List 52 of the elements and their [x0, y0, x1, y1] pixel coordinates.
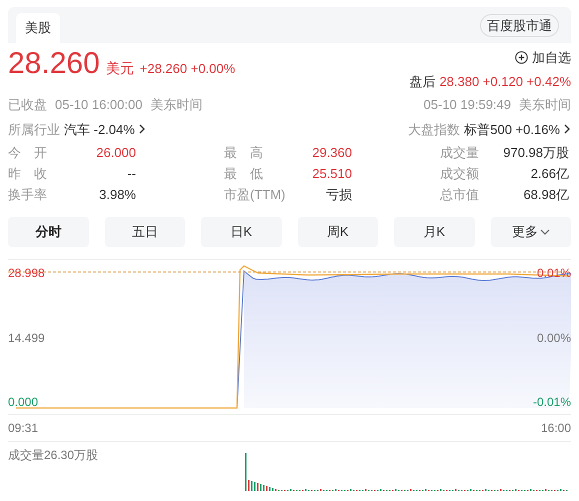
- chart-tab[interactable]: 分时: [8, 217, 88, 247]
- chevron-right-icon: [138, 124, 146, 134]
- stat-label: 总市值: [440, 187, 479, 203]
- y-axis-label: 0.000: [8, 394, 40, 411]
- stat-value: 25.510: [312, 166, 352, 182]
- stat-label: 成交额: [440, 166, 479, 182]
- stat-value: 2.66亿: [530, 166, 569, 182]
- x-axis-label: 16:00: [540, 420, 571, 437]
- market-status: 已收盘: [8, 96, 47, 114]
- stat-value: 68.98亿: [523, 187, 569, 203]
- industry-label: 所属行业: [8, 120, 60, 138]
- chart-tab[interactable]: 周K: [298, 217, 378, 247]
- stat-value: --: [127, 166, 136, 182]
- y-axis-label: -0.01%: [532, 394, 571, 411]
- price: 28.260: [8, 48, 100, 80]
- add-watchlist-button[interactable]: 加自选: [515, 48, 571, 68]
- stat-value: 3.98%: [99, 187, 136, 203]
- market-tab[interactable]: 美股: [16, 13, 60, 43]
- after-hours-quote: 28.380 +0.120 +0.42%: [439, 72, 571, 90]
- stat-label: 今 开: [8, 145, 47, 161]
- industry-link[interactable]: 汽车 -2.04%: [64, 120, 146, 139]
- stat-label: 市盈(TTM): [224, 187, 286, 203]
- chevron-down-icon: [540, 229, 550, 235]
- close-time: 05-10 16:00:00: [55, 96, 142, 114]
- index-link[interactable]: 标普500 +0.16%: [464, 120, 571, 139]
- stat-label: 昨 收: [8, 166, 47, 182]
- stat-label: 成交量: [440, 145, 479, 161]
- plus-circle-icon: [515, 51, 528, 64]
- stat-value: 26.000: [96, 145, 136, 161]
- chart-tab[interactable]: 月K: [394, 217, 474, 247]
- source-badge[interactable]: 百度股市通: [480, 14, 559, 37]
- stat-label: 最 高: [224, 145, 263, 161]
- after-hours-label: 盘后: [409, 72, 436, 90]
- chart-tab[interactable]: 更多: [490, 217, 571, 247]
- after-hours-time: 05-10 19:59:49: [424, 96, 511, 114]
- time-zone: 美东时间: [150, 96, 202, 114]
- stat-value: 亏损: [326, 187, 352, 203]
- index-label: 大盘指数: [408, 120, 460, 138]
- volume-label: 成交量26.30万股: [8, 448, 98, 462]
- stat-label: 换手率: [8, 187, 47, 203]
- stat-value: 970.98万股: [503, 145, 569, 161]
- chart-tab[interactable]: 五日: [104, 217, 185, 247]
- y-axis-label: 14.499: [8, 330, 45, 346]
- price-change: +28.260 +0.00%: [140, 60, 236, 78]
- currency: 美元: [106, 59, 134, 78]
- chevron-right-icon: [564, 124, 571, 134]
- x-axis-label: 09:31: [8, 420, 38, 437]
- stat-label: 最 低: [224, 166, 263, 182]
- y-axis-label: 0.00%: [536, 330, 571, 346]
- time-zone: 美东时间: [519, 96, 571, 114]
- stat-value: 29.360: [312, 145, 352, 161]
- chart-tab[interactable]: 日K: [201, 217, 282, 247]
